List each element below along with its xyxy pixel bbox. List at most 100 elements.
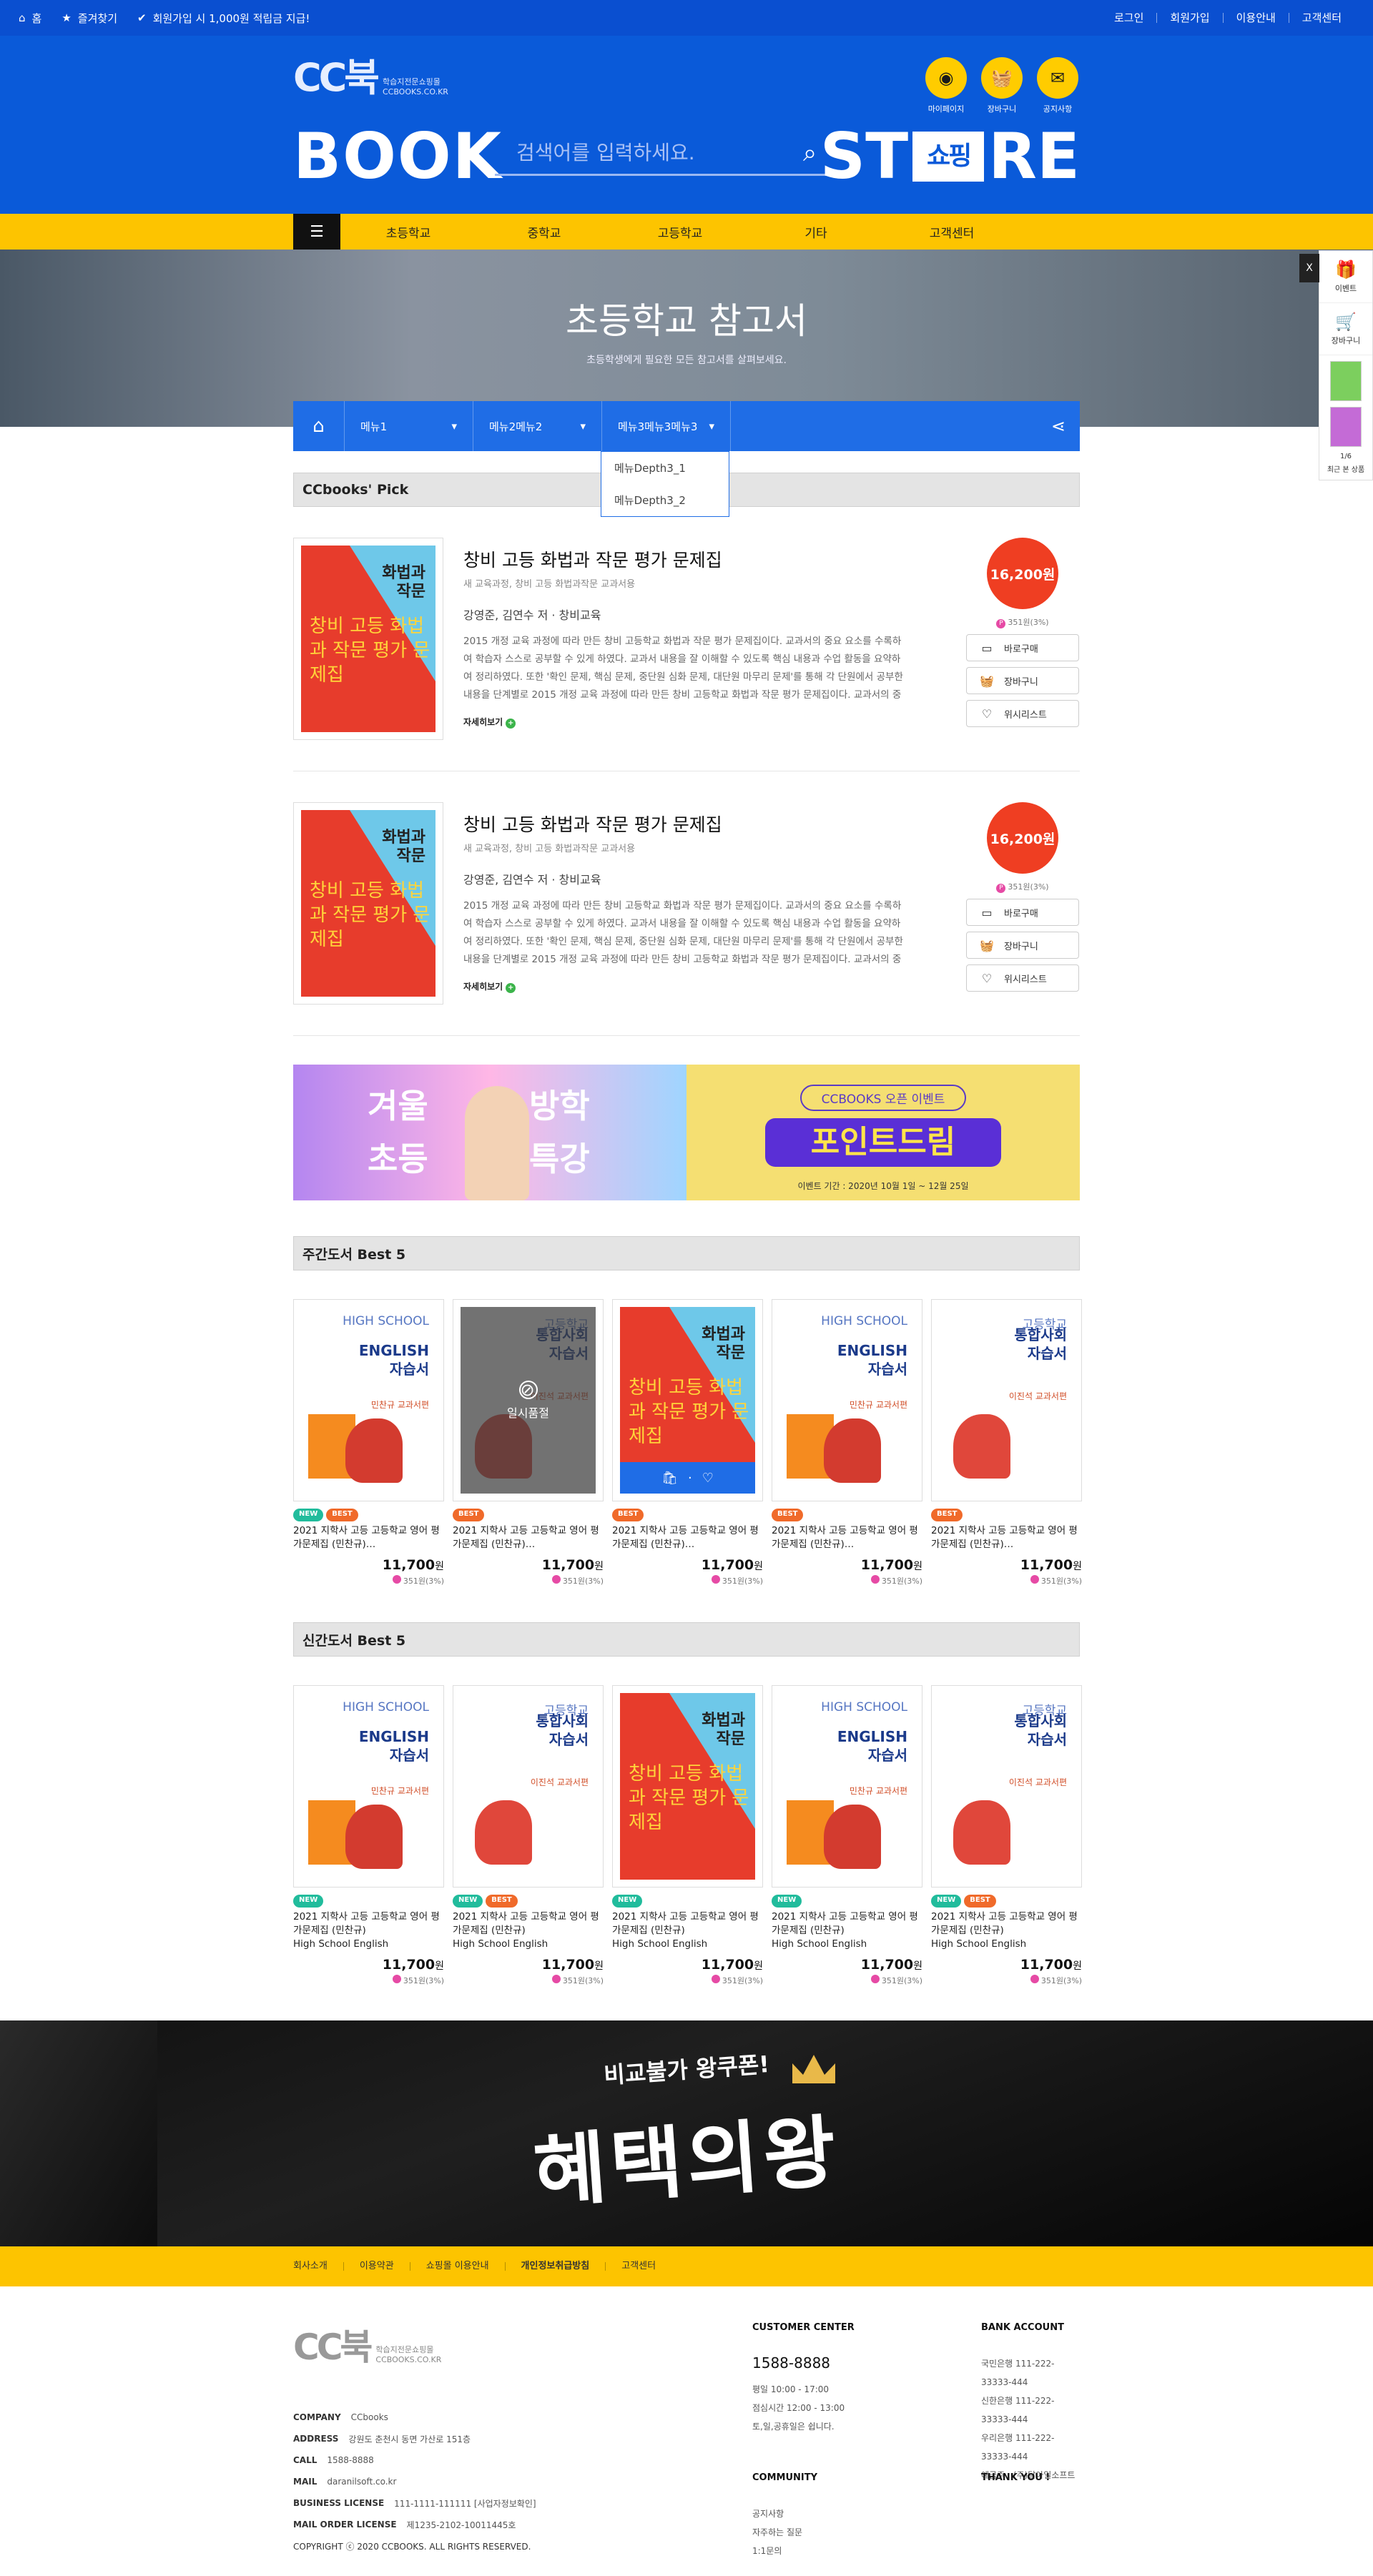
book-cover[interactable]: 고등학교 통합사회 자습서 이진석 교과서편 [931, 1299, 1082, 1501]
buy-now-button[interactable]: ▭ 바로구매 [966, 634, 1079, 661]
recent-item-thumb[interactable] [1330, 361, 1362, 401]
customer-center-link[interactable]: 고객센터 [1288, 13, 1354, 24]
header-icons: ◉ 마이페이지 🧺 장바구니 ✉ 공지사항 [924, 57, 1080, 114]
product-name[interactable]: 2021 지학사 고등 고등학교 영어 평가문제집 (민찬규) [293, 1910, 444, 1938]
community-link[interactable]: 1:1문의 [752, 2542, 817, 2560]
join-link[interactable]: 회원가입 [1156, 13, 1222, 24]
community-link[interactable]: 공지사항 [752, 2505, 817, 2523]
book-cover[interactable]: HIGH SCHOOL ENGLISH 자습서 민찬규 교과서편 [293, 1299, 444, 1501]
book-cover[interactable]: 화법과 작문 창비 고등 화법과 작문 평가 문제집 [293, 802, 443, 1005]
book-cover[interactable]: HIGH SCHOOL ENGLISH 자습서 민찬규 교과서편 [772, 1299, 922, 1501]
winter-special-banner[interactable]: 겨울 초등 방학 특강 [293, 1065, 686, 1200]
nav-etc[interactable]: 기타 [748, 223, 884, 241]
product-name[interactable]: 2021 지학사 고등 고등학교 영어 평가문제집 (민찬규) [612, 1910, 763, 1938]
site-logo[interactable]: CC북 학습지전문쇼핑몰 CCBOOKS.CO.KR [293, 59, 448, 97]
product-price: 11,700원 [1020, 1957, 1082, 1973]
notice-button[interactable]: ✉ 공지사항 [1035, 57, 1080, 114]
book-cover[interactable]: 고등학교 통합사회 자습서 이진석 교과서편 [931, 1685, 1082, 1887]
product-card: 고등학교통합사회자습서이진석 교과서편⊘일시품절 BEST 2021 지학사 고… [453, 1299, 604, 1586]
book-cover[interactable]: HIGH SCHOOL ENGLISH 자습서 민찬규 교과서편 [772, 1685, 922, 1887]
product-name[interactable]: 2021 지학사 고등 고등학교 영어 평가문제집 (민찬규) [453, 1910, 604, 1938]
point-icon [1030, 1975, 1039, 1983]
close-icon[interactable]: X [1299, 254, 1319, 282]
nav-middle[interactable]: 중학교 [476, 223, 612, 241]
nav-high[interactable]: 고등학교 [612, 223, 748, 241]
product-name[interactable]: 2021 지학사 고등 고등학교 영어 평가문제집 (민찬규)… [453, 1524, 604, 1551]
cart-button[interactable]: 🧺 장바구니 [980, 57, 1024, 114]
quick-cart[interactable]: 🛒 장바구니 [1319, 303, 1372, 355]
favorite-link[interactable]: ★ 즐겨찾기 [61, 11, 117, 26]
home-link[interactable]: ⌂ 홈 [19, 11, 41, 26]
student-illustration [465, 1086, 529, 1200]
footer-link-cs[interactable]: 고객센터 [605, 2261, 671, 2271]
product-name[interactable]: 2021 지학사 고등 고등학교 영어 평가문제집 (민찬규)… [772, 1524, 922, 1551]
weekly-grid: HIGH SCHOOL ENGLISH 자습서 민찬규 교과서편 NEW BEST 20… [293, 1299, 1082, 1586]
footer-link-about[interactable]: 회사소개 [293, 2261, 343, 2271]
book-cover[interactable]: 화법과 작문 창비 고등 화법과 작문 평가 문제집 [612, 1685, 763, 1887]
chat-icon: ✉ [1037, 57, 1078, 99]
new-badge: NEW [772, 1895, 802, 1908]
point-icon [870, 1575, 880, 1584]
login-link[interactable]: 로그인 [1101, 13, 1156, 24]
pick-item: 화법과 작문 창비 고등 화법과 작문 평가 문제집 창비 고등 화법과 작문 평가… [293, 507, 1080, 771]
product-name[interactable]: 2021 지학사 고등 고등학교 영어 평가문제집 (민찬규) [772, 1910, 922, 1938]
thank-you: THANK YOU ! [981, 2472, 1050, 2483]
footer-link-guide[interactable]: 쇼핑몰 이용안내 [409, 2261, 505, 2271]
recent-item-thumb[interactable] [1330, 407, 1362, 447]
nav-elementary[interactable]: 초등학교 [340, 223, 476, 241]
product-price: 11,700원 [1020, 1557, 1082, 1573]
footer-link-privacy[interactable]: 개인정보취급방침 [504, 2261, 606, 2271]
guide-link[interactable]: 이용안내 [1222, 13, 1289, 24]
location-dropdown-1[interactable]: 메뉴1 ▾ [345, 401, 473, 451]
product-name[interactable]: 2021 지학사 고등 고등학교 영어 평가문제집 (민찬규) [931, 1910, 1082, 1938]
heart-icon: ♡ [981, 706, 993, 721]
coupon-event-banner[interactable]: 비교불가 왕쿠폰! 혜택의왕 [0, 2020, 1373, 2246]
point-icon [551, 1975, 561, 1983]
price-badge: 16,200원 [987, 538, 1058, 609]
product-name[interactable]: 2021 지학사 고등 고등학교 영어 평가문제집 (민찬규)… [612, 1524, 763, 1551]
caret-down-icon: ▾ [580, 420, 586, 433]
price-badge: 16,200원 [987, 802, 1058, 874]
home-icon[interactable]: ⌂ [293, 401, 345, 451]
share-icon[interactable]: ⋖ [1051, 416, 1066, 436]
wishlist-button[interactable]: ♡ 위시리스트 [966, 964, 1079, 992]
quick-event[interactable]: 🎁 이벤트 [1319, 251, 1372, 303]
dropdown-option[interactable]: 메뉴Depth3_1 [601, 452, 729, 484]
mypage-button[interactable]: ◉ 마이페이지 [924, 57, 968, 114]
book-cover[interactable]: 고등학교통합사회자습서이진석 교과서편⊘일시품절 [453, 1299, 604, 1501]
book-cover[interactable]: 화법과 작문 창비 고등 화법과 작문 평가 문제집 🛍 · ♡ [612, 1299, 763, 1501]
wishlist-button[interactable]: ♡ 위시리스트 [966, 700, 1079, 727]
detail-link[interactable]: 자세히보기 + [463, 716, 908, 729]
point-event-banner[interactable]: CCBOOKS 오픈 이벤트 포인트드림 이벤트 기간 : 2020년 10월 … [686, 1065, 1080, 1200]
product-title[interactable]: 창비 고등 화법과 작문 평가 문제집 [463, 546, 908, 572]
search-icon[interactable]: ⌕ [803, 139, 817, 167]
heart-icon[interactable]: ♡ [702, 1471, 714, 1486]
product-title[interactable]: 창비 고등 화법과 작문 평가 문제집 [463, 811, 908, 837]
product-point: 351원(3%) [612, 1575, 763, 1586]
detail-link[interactable]: 자세히보기 + [463, 980, 908, 993]
add-cart-button[interactable]: 🧺 장바구니 [966, 667, 1079, 694]
product-name[interactable]: 2021 지학사 고등 고등학교 영어 평가문제집 (민찬규)… [293, 1524, 444, 1551]
cart-icon[interactable]: 🛍 [661, 1471, 678, 1486]
product-price: 11,700원 [701, 1557, 763, 1573]
location-dropdown-3[interactable]: 메뉴3메뉴3메뉴3 ▾ [602, 401, 731, 451]
search-bar: ⌕ [495, 132, 831, 176]
hero-banner: 초등학교 참고서 초등학생에게 필요한 모든 참고서를 살펴보세요. [0, 250, 1373, 427]
buy-now-button[interactable]: ▭ 바로구매 [966, 899, 1079, 926]
bank-account-info: BANK ACCOUNT 국민은행 111-222-33333-444 신한은행… [981, 2322, 1076, 2480]
location-dropdown-2[interactable]: 메뉴2메뉴2 ▾ [473, 401, 602, 451]
dropdown-option[interactable]: 메뉴Depth3_2 [601, 484, 729, 516]
book-cover[interactable]: 고등학교 통합사회 자습서 이진석 교과서편 [453, 1685, 604, 1887]
search-input[interactable] [495, 141, 767, 164]
add-cart-button[interactable]: 🧺 장바구니 [966, 932, 1079, 959]
book-cover[interactable]: 화법과 작문 창비 고등 화법과 작문 평가 문제집 [293, 538, 443, 740]
header: CC북 학습지전문쇼핑몰 CCBOOKS.CO.KR ◉ 마이페이지 🧺 장바구니 ✉… [0, 36, 1373, 214]
book-cover[interactable]: HIGH SCHOOL ENGLISH 자습서 민찬규 교과서편 [293, 1685, 444, 1887]
footer-logo: CC북 학습지전문쇼핑몰 CCBOOKS.CO.KR [293, 2326, 442, 2368]
product-name[interactable]: 2021 지학사 고등 고등학교 영어 평가문제집 (민찬규)… [931, 1524, 1082, 1551]
footer-link-terms[interactable]: 이용약관 [343, 2261, 410, 2271]
hamburger-menu-icon[interactable]: ☰ [293, 214, 340, 250]
product-card: HIGH SCHOOL ENGLISH 자습서 민찬규 교과서편 NEW BEST 20… [293, 1299, 444, 1586]
nav-customer-center[interactable]: 고객센터 [884, 223, 1020, 241]
community-link[interactable]: 자주하는 질문 [752, 2523, 817, 2542]
